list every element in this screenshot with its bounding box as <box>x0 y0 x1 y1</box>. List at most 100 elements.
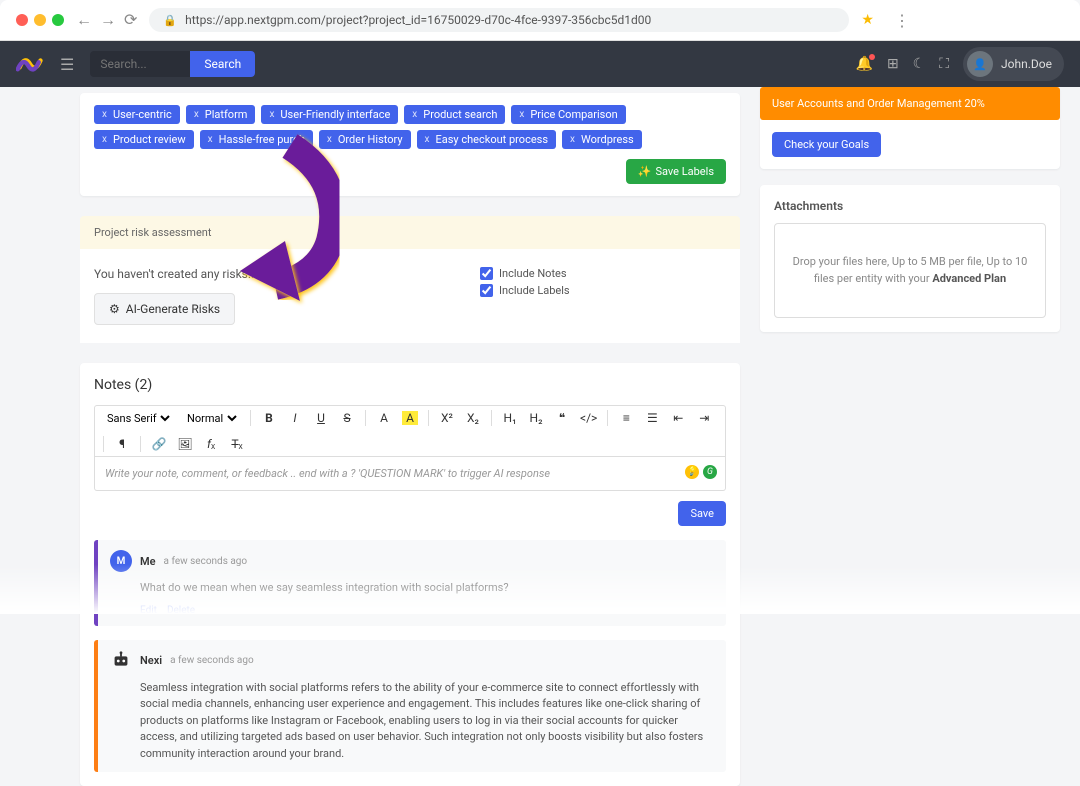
save-note-button[interactable]: Save <box>678 501 726 526</box>
moon-icon[interactable]: ☾ <box>913 56 926 72</box>
risk-empty-text: You haven't created any risks... <box>94 267 726 281</box>
search-button[interactable]: Search <box>190 51 255 77</box>
italic-button[interactable]: I <box>287 411 303 425</box>
chip-remove-icon[interactable]: x <box>519 109 524 120</box>
bell-icon[interactable]: 🔔 <box>856 56 873 72</box>
chip-remove-icon[interactable]: x <box>269 109 274 120</box>
include-options: Include Notes Include Labels <box>480 267 570 297</box>
save-labels-button[interactable]: ✨ Save Labels <box>626 159 726 184</box>
label-chip[interactable]: xUser-centric <box>94 105 180 124</box>
fullscreen-icon[interactable]: ⛶ <box>939 56 949 72</box>
avatar: 👤 <box>967 51 993 77</box>
label-chip[interactable]: xEasy checkout process <box>417 130 556 149</box>
window-maximize[interactable] <box>52 14 64 26</box>
highlight-button[interactable]: A <box>402 411 418 425</box>
label-chip[interactable]: xWordpress <box>562 130 642 149</box>
bold-button[interactable]: B <box>261 411 277 425</box>
magic-wand-icon: ⚙ <box>109 302 120 316</box>
goal-progress-bar: User Accounts and Order Management 20% <box>760 87 1060 120</box>
search-wrap: Search <box>90 51 255 77</box>
grammarly-icon[interactable]: G <box>703 465 717 479</box>
url-bar[interactable]: 🔒 https://app.nextgpm.com/project?projec… <box>149 8 849 32</box>
reload-icon[interactable]: ⟳ <box>124 10 137 30</box>
grid-icon[interactable]: ⊞ <box>887 56 899 72</box>
ul-button[interactable]: ☰ <box>644 411 660 425</box>
quote-button[interactable]: ❝ <box>554 411 570 425</box>
chip-remove-icon[interactable]: x <box>327 134 332 145</box>
browser-chrome: ← → ⟳ 🔒 https://app.nextgpm.com/project?… <box>0 0 1080 41</box>
attachments-title: Attachments <box>774 199 1046 213</box>
chip-remove-icon[interactable]: x <box>208 134 213 145</box>
superscript-button[interactable]: X² <box>439 411 455 425</box>
back-arrow-icon[interactable]: ← <box>76 10 92 30</box>
editor-area[interactable]: Write your note, comment, or feedback ..… <box>94 457 726 491</box>
url-text: https://app.nextgpm.com/project?project_… <box>185 13 651 27</box>
label-chip[interactable]: xProduct review <box>94 130 194 149</box>
bookmark-star-icon[interactable]: ★ <box>861 12 874 28</box>
h2-button[interactable]: H₂ <box>528 411 544 425</box>
label-chip[interactable]: xUser-Friendly interface <box>261 105 398 124</box>
font-style-select[interactable]: Normal <box>183 411 240 426</box>
code-button[interactable]: </> <box>580 411 597 425</box>
note-item: Nexi a few seconds ago Seamless integrat… <box>94 640 726 773</box>
window-close[interactable] <box>16 14 28 26</box>
app-logo[interactable] <box>16 50 44 78</box>
note-avatar: M <box>110 550 132 572</box>
note-body: Seamless integration with social platfor… <box>140 680 714 763</box>
chip-remove-icon[interactable]: x <box>194 109 199 120</box>
sparkle-icon: ✨ <box>638 165 652 178</box>
indent-button[interactable]: ⇥ <box>696 411 712 425</box>
note-item: M Me a few seconds ago What do we mean w… <box>94 540 726 626</box>
font-family-select[interactable]: Sans Serif <box>103 411 173 426</box>
include-notes-checkbox[interactable]: Include Notes <box>480 267 570 280</box>
subscript-button[interactable]: X₂ <box>465 411 481 425</box>
chip-remove-icon[interactable]: x <box>102 134 107 145</box>
label-chip[interactable]: xPrice Comparison <box>511 105 625 124</box>
user-menu[interactable]: 👤 John.Doe <box>963 47 1064 81</box>
hint-icon[interactable]: 💡 <box>685 465 699 479</box>
strike-button[interactable]: S <box>339 411 355 425</box>
chip-remove-icon[interactable]: x <box>102 109 107 120</box>
chip-remove-icon[interactable]: x <box>425 134 430 145</box>
file-dropzone[interactable]: Drop your files here, Up to 5 MB per fil… <box>774 223 1046 318</box>
notes-title: Notes (2) <box>94 377 726 393</box>
image-button[interactable]: 🖼 <box>177 437 193 451</box>
label-chip[interactable]: xHassle-free purch <box>200 130 313 149</box>
risk-card: Project risk assessment You haven't crea… <box>80 216 740 343</box>
text-color-button[interactable]: A <box>376 411 392 425</box>
window-minimize[interactable] <box>34 14 46 26</box>
outdent-button[interactable]: ⇤ <box>670 411 686 425</box>
chip-remove-icon[interactable]: x <box>412 109 417 120</box>
ai-generate-risks-button[interactable]: ⚙ AI-Generate Risks <box>94 293 235 325</box>
browser-menu-icon[interactable]: ⋮ <box>894 11 910 30</box>
note-author: Nexi <box>140 654 162 667</box>
note-time: a few seconds ago <box>170 655 254 666</box>
h1-button[interactable]: H₁ <box>502 411 518 425</box>
underline-button[interactable]: U <box>313 411 329 425</box>
notes-card: Notes (2) Sans Serif Normal B I U S A A … <box>80 363 740 786</box>
note-author: Me <box>140 555 156 568</box>
top-right: 🔔 ⊞ ☾ ⛶ 👤 John.Doe <box>856 47 1065 81</box>
top-nav: ☰ Search 🔔 ⊞ ☾ ⛶ 👤 John.Doe <box>0 41 1080 87</box>
hamburger-icon[interactable]: ☰ <box>60 55 74 74</box>
include-labels-checkbox[interactable]: Include Labels <box>480 284 570 297</box>
clear-format-button[interactable]: Tₓ <box>229 437 245 451</box>
lock-icon: 🔒 <box>163 14 177 27</box>
note-body: What do we mean when we say seamless int… <box>140 580 714 597</box>
editor-toolbar: Sans Serif Normal B I U S A A X² X₂ H₁ H… <box>94 405 726 457</box>
search-input[interactable] <box>90 51 190 77</box>
formula-button[interactable]: fₓ <box>203 437 219 451</box>
ol-button[interactable]: ≡ <box>618 411 634 425</box>
window-controls <box>16 14 64 26</box>
bot-avatar-icon <box>110 650 132 672</box>
label-chip[interactable]: xProduct search <box>404 105 505 124</box>
check-goals-button[interactable]: Check your Goals <box>772 132 881 157</box>
goals-card: User Accounts and Order Management 20% C… <box>760 87 1060 169</box>
label-chip[interactable]: xPlatform <box>186 105 256 124</box>
label-chips: xUser-centric xPlatform xUser-Friendly int… <box>94 105 726 149</box>
chip-remove-icon[interactable]: x <box>570 134 575 145</box>
forward-arrow-icon[interactable]: → <box>100 10 116 30</box>
label-chip[interactable]: xOrder History <box>319 130 411 149</box>
rtl-button[interactable]: ¶ <box>114 437 130 451</box>
link-button[interactable]: 🔗 <box>151 437 167 451</box>
